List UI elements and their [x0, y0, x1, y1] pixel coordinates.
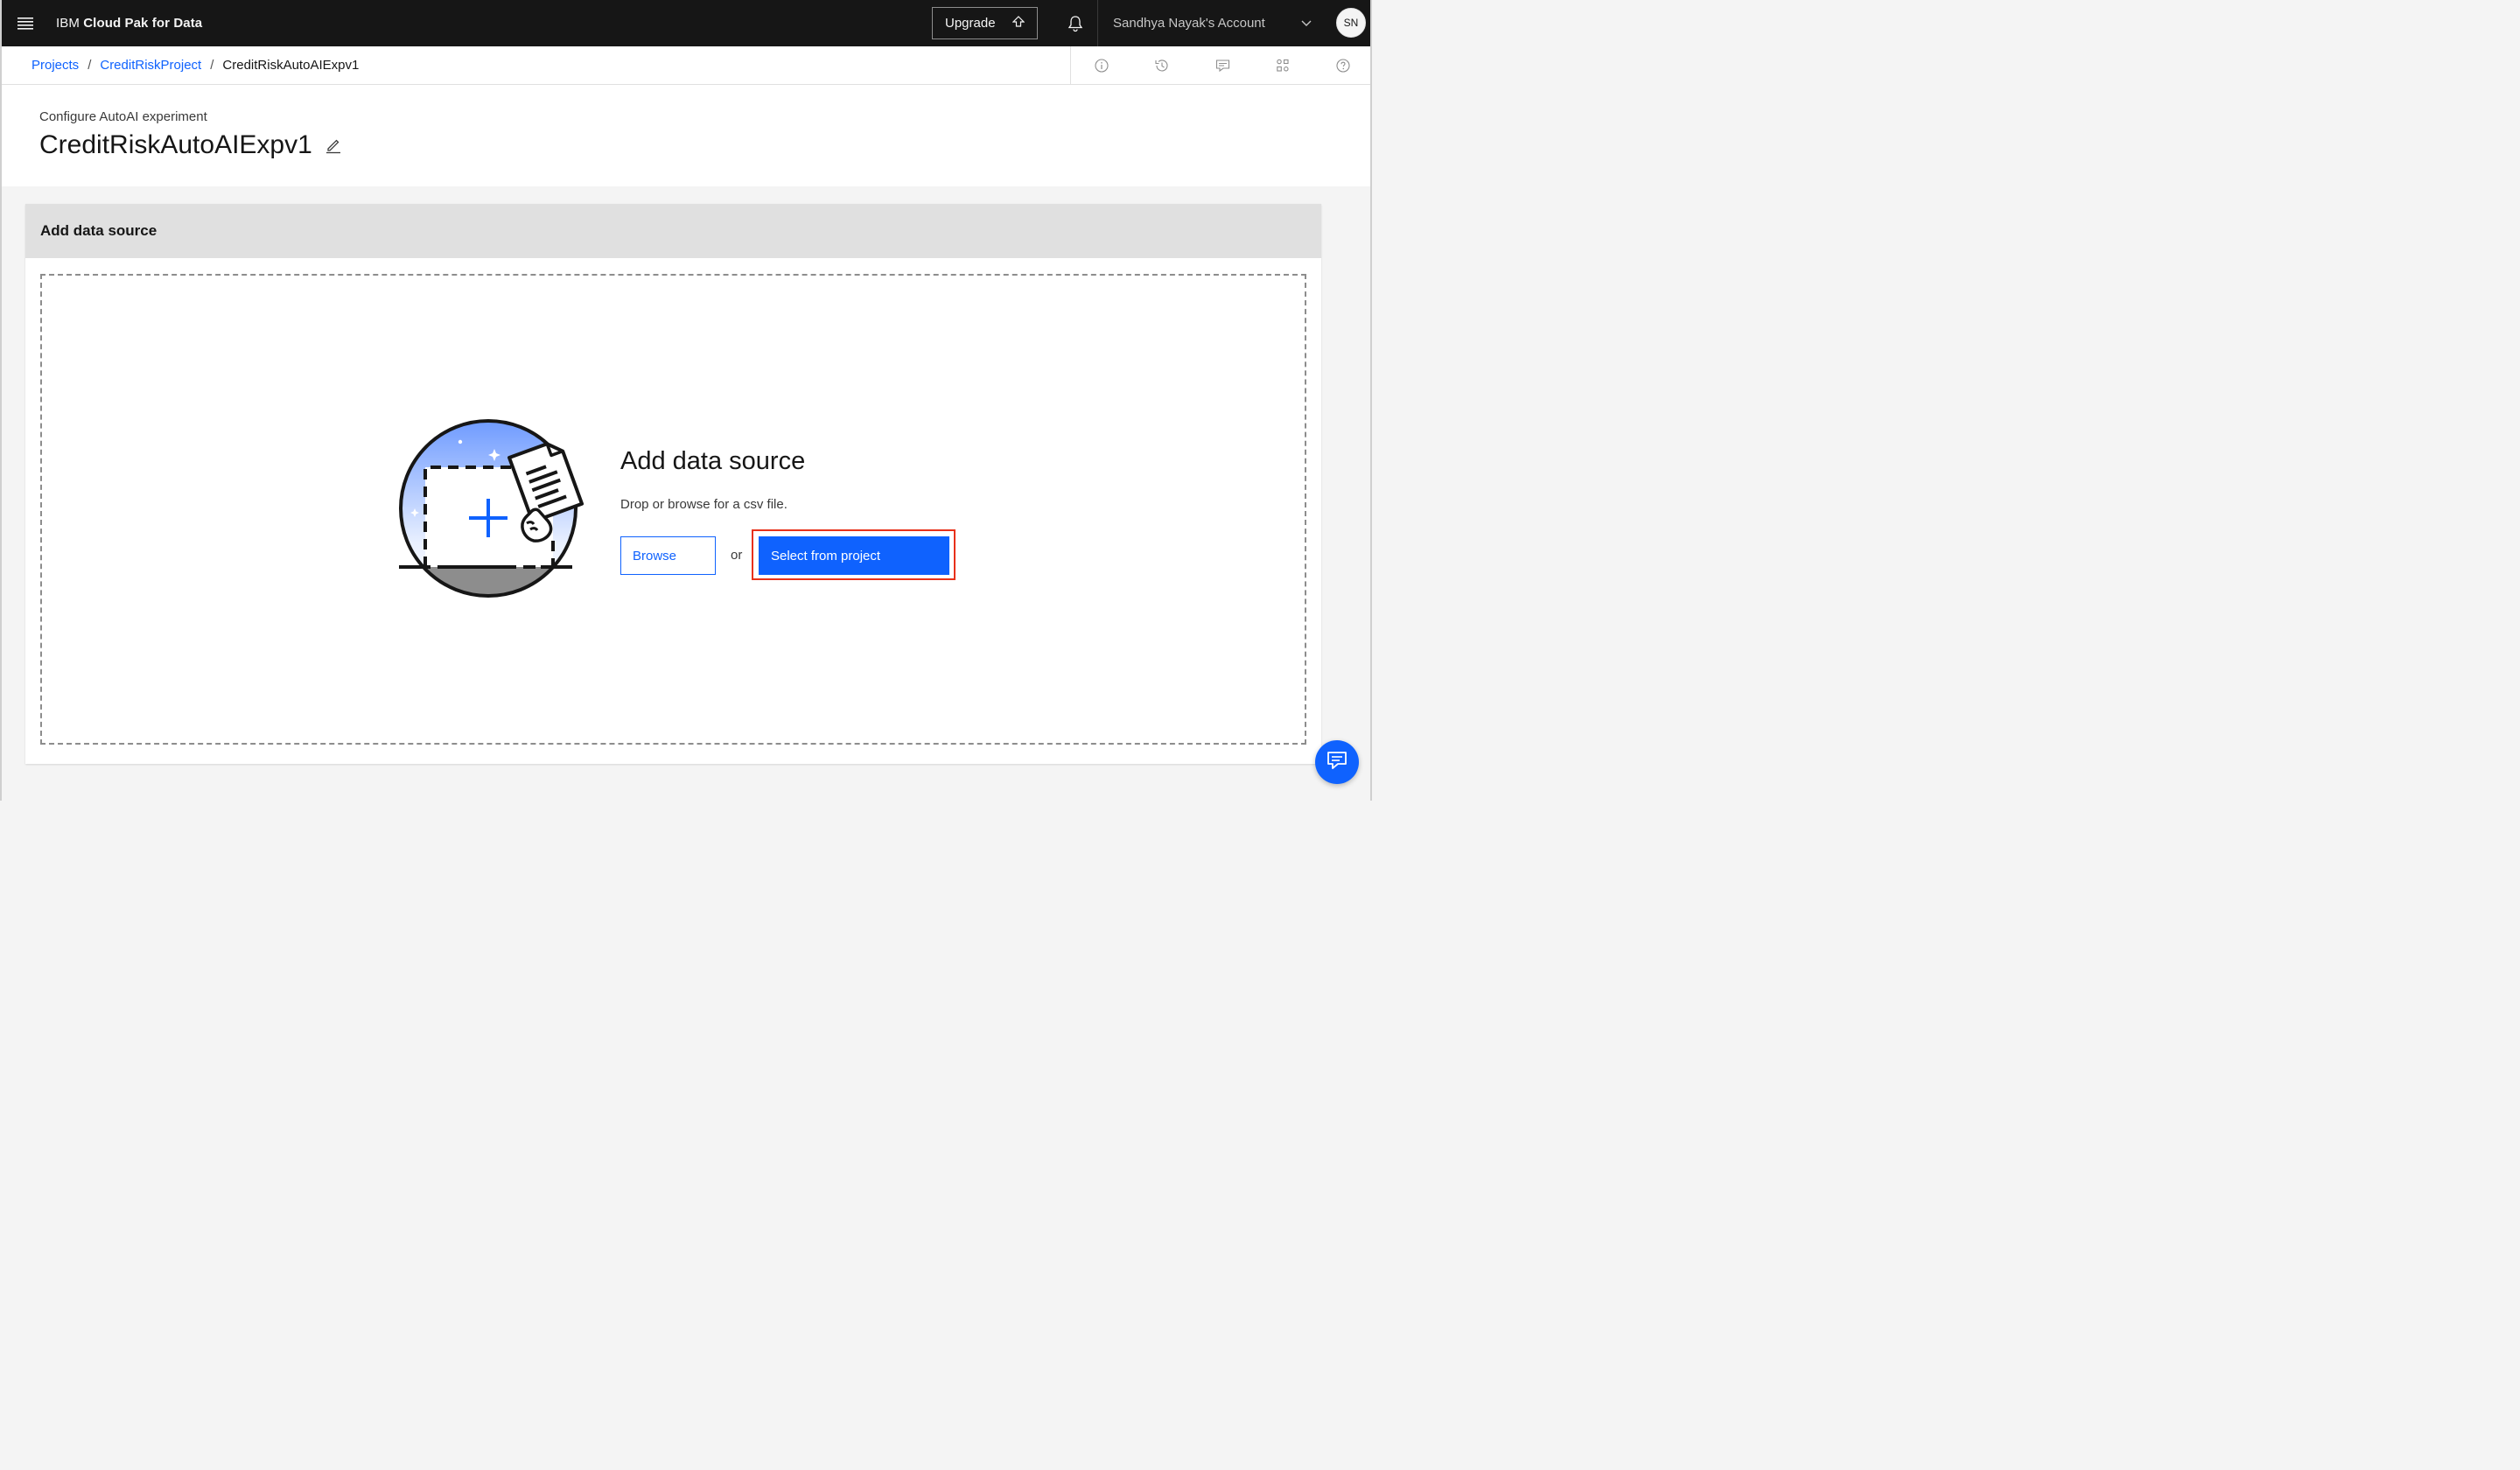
chevron-down-icon [1301, 16, 1312, 31]
toolbar-icons [1070, 46, 1374, 85]
breadcrumb-link-project[interactable]: CreditRiskProject [100, 58, 201, 73]
app-window: IBM Cloud Pak for Data Upgrade Sandhya N… [0, 0, 1372, 801]
top-nav-bar: IBM Cloud Pak for Data Upgrade Sandhya N… [2, 0, 1370, 46]
chat-icon [1326, 751, 1348, 774]
add-data-source-panel: Add data source Add data source Drop or … [25, 204, 1321, 764]
file-dropzone[interactable]: Add data source Drop or browse for a csv… [40, 274, 1306, 745]
page-subtitle: Configure AutoAI experiment [39, 109, 207, 124]
data-upload-illustration [399, 418, 592, 606]
menu-icon[interactable] [2, 0, 49, 46]
upgrade-button[interactable]: Upgrade [932, 7, 1038, 39]
page-title-row: CreditRiskAutoAIExpv1 [39, 130, 342, 160]
breadcrumb-bar: Projects / CreditRiskProject / CreditRis… [2, 46, 1370, 85]
select-from-project-button[interactable]: Select from project [759, 536, 949, 575]
panel-heading: Add data source [25, 204, 1321, 258]
breadcrumb-separator: / [210, 58, 214, 73]
page-header: Configure AutoAI experiment CreditRiskAu… [2, 85, 1370, 186]
account-name: Sandhya Nayak's Account [1113, 16, 1265, 31]
history-icon[interactable] [1131, 46, 1192, 85]
info-icon[interactable] [1071, 46, 1131, 85]
edit-pencil-icon[interactable] [325, 136, 342, 154]
asset-tree-icon[interactable] [1253, 46, 1313, 85]
breadcrumb-link-projects[interactable]: Projects [32, 58, 79, 73]
brand-name: Cloud Pak for Data [83, 16, 203, 31]
browse-button[interactable]: Browse [620, 536, 716, 575]
notification-bell-icon[interactable] [1054, 0, 1096, 46]
comment-icon[interactable] [1192, 46, 1252, 85]
upgrade-arrow-icon [1012, 15, 1026, 32]
breadcrumb-separator: / [88, 58, 92, 73]
upgrade-label: Upgrade [945, 16, 996, 31]
avatar[interactable]: SN [1336, 8, 1366, 38]
chat-button[interactable] [1315, 740, 1359, 784]
dropzone-title: Add data source [620, 447, 806, 475]
account-switcher[interactable]: Sandhya Nayak's Account [1098, 0, 1324, 46]
brand-prefix: IBM [56, 16, 84, 31]
breadcrumb: Projects / CreditRiskProject / CreditRis… [32, 58, 359, 73]
breadcrumb-current: CreditRiskAutoAIExpv1 [222, 58, 360, 73]
dropzone-subtitle: Drop or browse for a csv file. [620, 497, 788, 512]
help-icon[interactable] [1313, 46, 1374, 85]
page-title: CreditRiskAutoAIExpv1 [39, 130, 312, 159]
product-name[interactable]: IBM Cloud Pak for Data [56, 16, 202, 31]
or-label: or [731, 548, 743, 563]
